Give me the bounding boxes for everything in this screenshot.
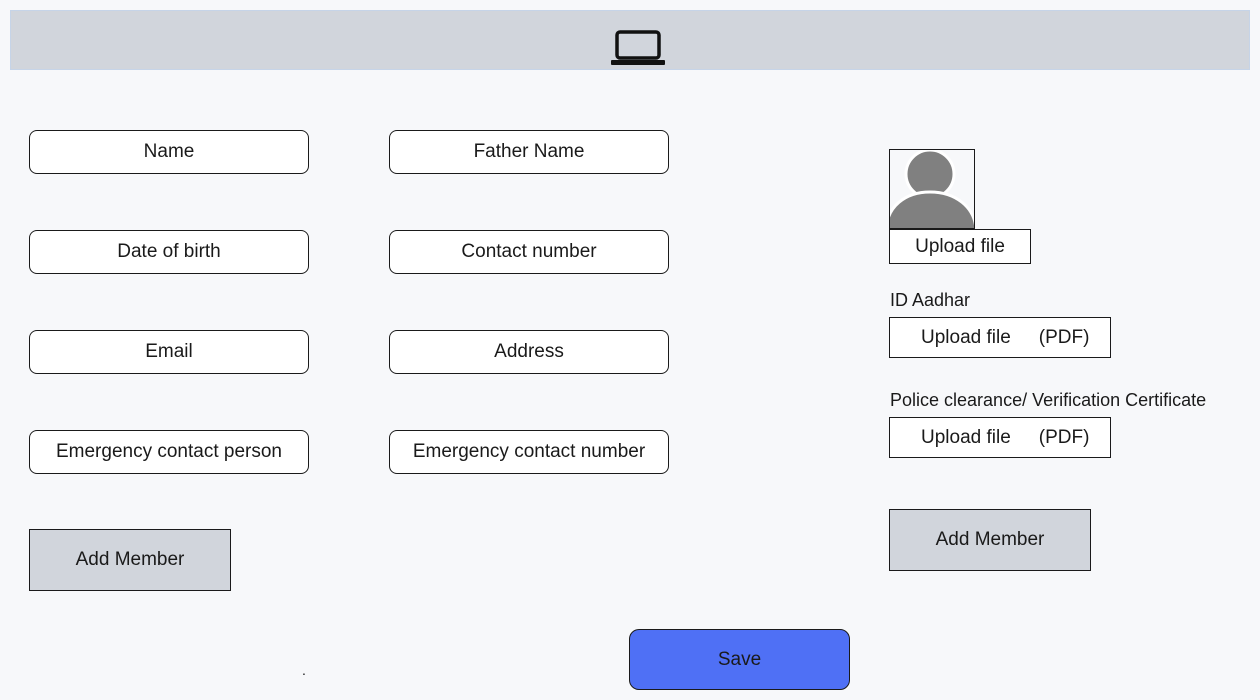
id-aadhar-upload-button[interactable]: Upload file (PDF) <box>889 317 1111 358</box>
save-button[interactable]: Save <box>629 629 850 690</box>
id-aadhar-upload-label: Upload file <box>921 326 1011 348</box>
id-aadhar-format: (PDF) <box>1038 326 1090 348</box>
photo-upload-button[interactable]: Upload file <box>889 229 1031 264</box>
police-clearance-label: Police clearance/ Verification Certifica… <box>890 390 1207 410</box>
laptop-icon <box>611 30 665 65</box>
add-member-button[interactable]: Add Member <box>29 529 231 591</box>
address-field-label: Address <box>494 341 564 362</box>
date-of-birth-field[interactable]: Date of birth <box>29 230 309 274</box>
contact-number-field[interactable]: Contact number <box>389 230 669 274</box>
photo-upload-label: Upload file <box>915 235 1005 257</box>
father-name-field[interactable]: Father Name <box>389 130 669 174</box>
emergency-contact-person-field[interactable]: Emergency contact person <box>29 430 309 474</box>
id-aadhar-label: ID Aadhar <box>890 290 971 310</box>
emergency-contact-number-field[interactable]: Emergency contact number <box>389 430 669 474</box>
add-member-button-label: Add Member <box>75 549 185 570</box>
police-clearance-upload-button[interactable]: Upload file (PDF) <box>889 417 1111 458</box>
add-member-button-right[interactable]: Add Member <box>889 509 1091 571</box>
app-header <box>10 10 1250 70</box>
stray-dot: . <box>302 662 306 678</box>
address-field[interactable]: Address <box>389 330 669 374</box>
save-button-label: Save <box>717 648 762 670</box>
name-field[interactable]: Name <box>29 130 309 174</box>
police-clearance-upload-label: Upload file <box>921 426 1011 448</box>
name-field-label: Name <box>143 141 195 162</box>
emergency-contact-number-label: Emergency contact number <box>412 441 646 462</box>
add-member-button-right-label: Add Member <box>935 529 1045 550</box>
father-name-field-label: Father Name <box>473 141 585 162</box>
email-field-label: Email <box>145 341 193 362</box>
police-clearance-format: (PDF) <box>1038 426 1090 448</box>
emergency-contact-person-label: Emergency contact person <box>55 441 282 462</box>
contact-number-field-label: Contact number <box>461 241 597 262</box>
email-field[interactable]: Email <box>29 330 309 374</box>
user-avatar-icon <box>889 149 975 229</box>
date-of-birth-field-label: Date of birth <box>117 241 221 262</box>
